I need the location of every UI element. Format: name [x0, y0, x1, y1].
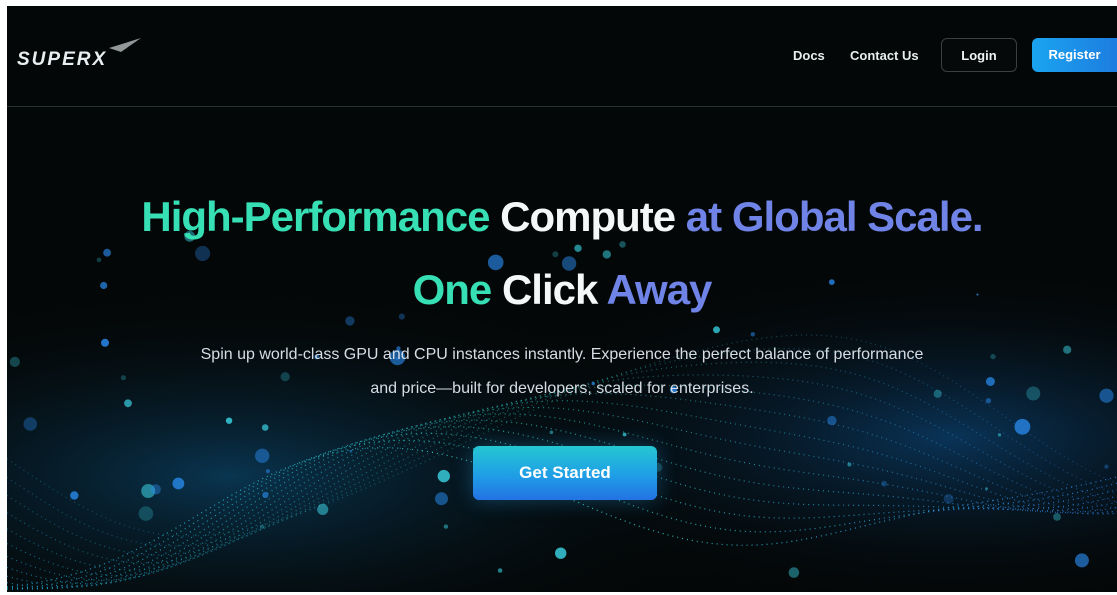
particle — [70, 491, 79, 500]
particle — [619, 241, 626, 248]
particle — [443, 524, 449, 529]
particle — [552, 251, 559, 258]
logo-text: SUPERX — [17, 49, 107, 70]
particle — [713, 326, 720, 334]
particle — [150, 484, 161, 495]
particle — [261, 424, 269, 431]
particle — [555, 547, 567, 559]
particle — [345, 316, 355, 326]
particle — [997, 433, 1002, 437]
particle — [265, 469, 270, 474]
get-started-button[interactable]: Get Started — [473, 446, 657, 500]
particle — [1014, 418, 1031, 435]
logo-swoosh — [109, 38, 141, 52]
nav-contact-link[interactable]: Contact Us — [850, 48, 919, 63]
particle — [23, 417, 38, 431]
particle — [435, 492, 448, 506]
particle — [549, 430, 554, 435]
particle — [138, 506, 154, 521]
hero-subtitle-line2: and price—built for developers, scaled f… — [370, 380, 754, 397]
register-button[interactable]: Register — [1032, 38, 1117, 72]
particle — [574, 244, 582, 252]
particle — [259, 524, 265, 529]
hero-title-line1: High-Performance Compute at Global Scale… — [7, 193, 1117, 241]
hero-title-word: Global Scale. — [731, 193, 984, 240]
particle — [622, 432, 627, 437]
particle — [827, 415, 837, 426]
particle — [172, 477, 185, 490]
particle — [103, 248, 111, 257]
particle — [750, 332, 755, 337]
particle — [1053, 513, 1061, 521]
particle — [602, 250, 611, 259]
particle — [262, 491, 269, 499]
particle — [255, 448, 270, 463]
particle — [1104, 464, 1109, 469]
hero-title-line2: One Click Away — [7, 266, 1117, 314]
particle — [497, 568, 503, 573]
particle — [195, 245, 211, 262]
particle — [96, 257, 102, 263]
hero-title-word: Click — [501, 266, 598, 313]
particle — [124, 399, 132, 408]
particle — [398, 313, 405, 320]
hero-title-word: Compute — [500, 193, 676, 240]
superx-logo[interactable]: SUPERX — [13, 38, 143, 78]
particle — [437, 469, 450, 483]
particle — [1074, 553, 1089, 568]
hero-title-word: One — [412, 266, 493, 313]
particle — [847, 462, 852, 467]
top-navbar: SUPERX Docs Contact Us Login Register — [7, 6, 1117, 107]
particle — [943, 493, 954, 504]
particle — [788, 567, 800, 578]
hero-title-word: Away — [606, 266, 712, 313]
particle — [349, 450, 353, 453]
login-button[interactable]: Login — [941, 38, 1017, 72]
app-window: SUPERX Docs Contact Us Login Register Hi… — [7, 6, 1117, 592]
particle — [985, 398, 992, 404]
particle — [985, 487, 988, 490]
nav-docs-link[interactable]: Docs — [793, 48, 825, 63]
hero-subtitle-line1: Spin up world-class GPU and CPU instance… — [200, 346, 924, 363]
particle — [881, 480, 887, 487]
hero-title-word: at — [685, 193, 722, 240]
hero-title-word: High-Performance — [141, 193, 490, 240]
particle — [225, 417, 233, 424]
particle — [317, 503, 329, 515]
